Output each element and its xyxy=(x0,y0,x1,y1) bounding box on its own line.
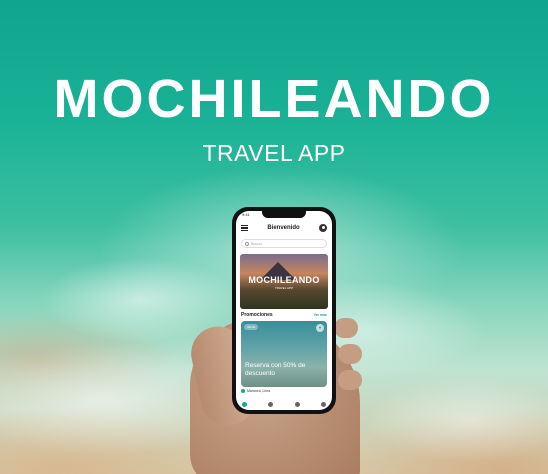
location-icon xyxy=(241,389,245,393)
heart-icon[interactable]: ♥ xyxy=(316,324,324,332)
hero-banner[interactable]: MOCHILEANDO TRAVEL APP xyxy=(240,254,328,309)
settings-icon[interactable] xyxy=(320,402,326,407)
promotions-header: Promociones Ver más xyxy=(241,312,327,318)
banner-subtitle: TRAVEL APP xyxy=(274,286,293,290)
search-icon xyxy=(245,241,249,246)
promo-card[interactable]: Oferta ♥ Reserva con 50% de descuento xyxy=(241,321,327,387)
promo-text: Reserva con 50% de descuento xyxy=(245,362,306,377)
status-time: 9:41 xyxy=(242,212,250,217)
finger xyxy=(338,344,362,364)
search-input[interactable]: Buscar xyxy=(241,239,327,248)
promo-location: Mancora, Lima xyxy=(241,389,327,393)
promo-chip[interactable]: Oferta xyxy=(244,324,259,330)
menu-icon[interactable] xyxy=(241,225,248,231)
home-icon[interactable] xyxy=(242,402,247,407)
finger xyxy=(334,318,358,338)
finger xyxy=(338,370,362,390)
search-placeholder: Buscar xyxy=(251,241,262,246)
banner-title: MOCHILEANDO xyxy=(248,275,320,285)
header-title: Bienvenido xyxy=(267,225,300,231)
app-title: MOCHILEANDO xyxy=(53,69,495,129)
bottom-nav xyxy=(242,402,326,407)
bag-icon[interactable] xyxy=(294,402,300,407)
compass-icon[interactable] xyxy=(268,402,274,407)
phone-screen: 9:41 Bienvenido Buscar MOCHILEANDO TRAVE… xyxy=(236,211,332,410)
user-icon[interactable] xyxy=(319,224,327,232)
location-text: Mancora, Lima xyxy=(247,389,271,393)
app-subtitle: TRAVEL APP xyxy=(202,140,346,166)
app-header: Bienvenido xyxy=(241,222,327,234)
promotions-link[interactable]: Ver más xyxy=(314,313,327,317)
phone-mockup: 9:41 Bienvenido Buscar MOCHILEANDO TRAVE… xyxy=(232,207,336,414)
promotions-title: Promociones xyxy=(241,312,273,318)
status-bar: 9:41 xyxy=(242,212,326,218)
